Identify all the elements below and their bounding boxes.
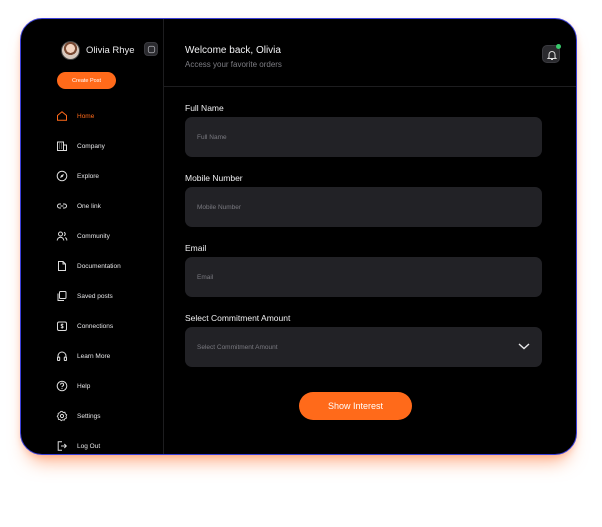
chevron-down-icon xyxy=(518,343,530,350)
sidebar-item-label: Saved posts xyxy=(77,292,113,300)
file-icon xyxy=(58,261,66,271)
sidebar-item-label: Learn More xyxy=(77,352,111,360)
bookmark-copy-icon xyxy=(57,291,67,301)
dollar-box-icon xyxy=(57,321,67,331)
compass-icon xyxy=(56,170,68,182)
sidebar-item-label: One link xyxy=(77,202,101,210)
mobile-number-label: Mobile Number xyxy=(185,173,243,183)
main-content: Welcome back, Olivia Access your favorit… xyxy=(164,19,576,454)
sidebar-item-label: Connections xyxy=(77,322,114,330)
sidebar-item-label: Help xyxy=(77,382,91,390)
sidebar-item-log-out[interactable]: Log Out xyxy=(56,431,161,454)
home-icon xyxy=(57,111,67,121)
full-name-label: Full Name xyxy=(185,103,224,113)
sidebar-item-learn-more[interactable]: Learn More xyxy=(56,341,161,371)
profile-name: Olivia Rhye xyxy=(86,45,135,56)
commitment-amount-label: Select Commitment Amount xyxy=(185,313,291,323)
mobile-number-input[interactable] xyxy=(185,187,542,227)
sidebar-item-company[interactable]: Company xyxy=(56,131,161,161)
help-icon xyxy=(56,380,68,392)
commitment-amount-select[interactable]: Select Commitment Amount xyxy=(185,327,542,367)
sidebar-item-documentation[interactable]: Documentation xyxy=(56,251,161,281)
show-interest-button[interactable]: Show Interest xyxy=(299,392,412,420)
page-title: Welcome back, Olivia xyxy=(185,45,281,56)
sidebar-item-label: Log Out xyxy=(77,442,101,450)
sidebar-item-help[interactable]: Help xyxy=(56,371,161,401)
app-window: Olivia Rhye Create Post Home Company Exp… xyxy=(20,18,577,455)
building-icon xyxy=(57,141,67,151)
gear-icon xyxy=(56,410,68,422)
email-label: Email xyxy=(185,243,207,253)
email-input[interactable] xyxy=(185,257,542,297)
sidebar-item-label: Explore xyxy=(77,172,100,180)
sidebar-item-settings[interactable]: Settings xyxy=(56,401,161,431)
header: Welcome back, Olivia Access your favorit… xyxy=(164,19,576,87)
sidebar-toggle-icon[interactable] xyxy=(144,42,158,56)
sidebar-item-one-link[interactable]: One link xyxy=(56,191,161,221)
avatar xyxy=(61,41,80,60)
logout-icon xyxy=(57,441,68,451)
users-icon xyxy=(56,231,68,241)
sidebar-item-label: Home xyxy=(77,112,95,120)
headphones-icon xyxy=(57,351,68,361)
sidebar-item-label: Documentation xyxy=(77,262,121,270)
sidebar: Olivia Rhye Create Post Home Company Exp… xyxy=(21,19,164,454)
sidebar-nav: Home Company Explore One link Community … xyxy=(56,101,161,454)
sidebar-item-connections[interactable]: Connections xyxy=(56,311,161,341)
sidebar-item-community[interactable]: Community xyxy=(56,221,161,251)
bell-icon xyxy=(546,51,558,60)
notification-dot xyxy=(556,44,561,49)
sidebar-item-home[interactable]: Home xyxy=(56,101,161,131)
notification-button[interactable] xyxy=(542,44,561,63)
sidebar-item-explore[interactable]: Explore xyxy=(56,161,161,191)
select-placeholder: Select Commitment Amount xyxy=(197,344,278,351)
page-subtitle: Access your favorite orders xyxy=(185,60,282,69)
sidebar-item-label: Settings xyxy=(77,412,101,420)
link-icon xyxy=(57,203,67,209)
sidebar-item-saved-posts[interactable]: Saved posts xyxy=(56,281,161,311)
sidebar-item-label: Community xyxy=(77,232,110,240)
sidebar-item-label: Company xyxy=(77,142,105,150)
full-name-input[interactable] xyxy=(185,117,542,157)
create-post-button[interactable]: Create Post xyxy=(57,72,116,89)
